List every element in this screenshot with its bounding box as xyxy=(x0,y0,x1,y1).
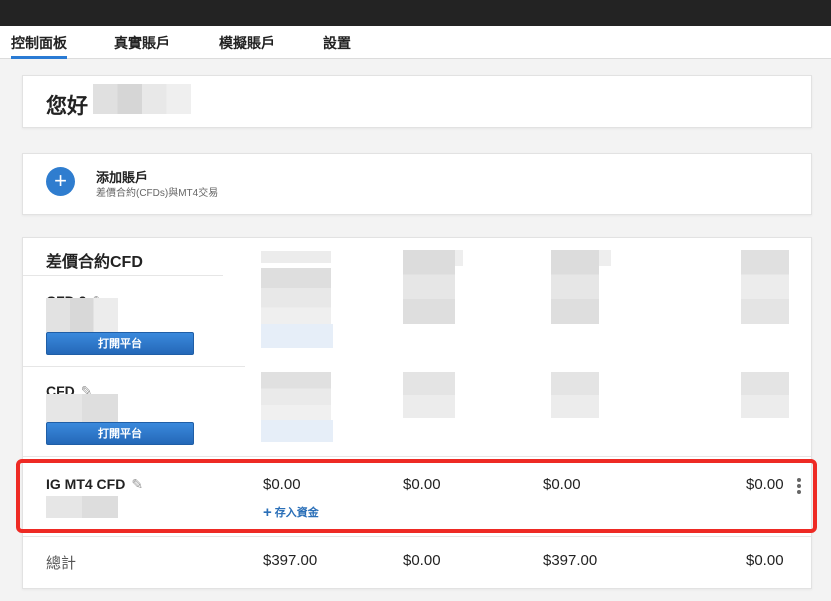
top-bar xyxy=(0,0,831,26)
limit-value: $0.00 xyxy=(746,476,784,493)
total-profit-loss: $0.00 xyxy=(403,552,441,569)
open-platform-button[interactable]: 打開平台 xyxy=(46,332,194,355)
redacted-value xyxy=(403,372,455,418)
open-platform-button[interactable]: 打開平台 xyxy=(46,422,194,445)
divider xyxy=(23,536,811,537)
redacted-link xyxy=(261,324,333,348)
redacted-column-header xyxy=(261,251,331,263)
total-equity: $397.00 xyxy=(543,552,598,569)
balance-value: $0.00 xyxy=(263,476,301,493)
redacted-value xyxy=(261,372,331,422)
total-limit: $0.00 xyxy=(746,552,784,569)
add-account-subtitle: 差價合約(CFDs)與MT4交易 xyxy=(96,188,219,199)
redacted-link xyxy=(261,420,333,442)
redacted-value xyxy=(403,250,455,324)
greeting-text: 您好 xyxy=(46,95,88,118)
add-account-card[interactable]: + 添加賬戶 差價合約(CFDs)與MT4交易 xyxy=(22,153,812,215)
tab-live-accounts[interactable]: 真實賬戶 xyxy=(114,33,170,59)
divider xyxy=(23,366,245,367)
total-label: 總計 xyxy=(46,555,77,572)
section-title: 差價合約CFD xyxy=(46,254,143,271)
tab-settings[interactable]: 設置 xyxy=(323,33,351,59)
main-nav: 控制面板 真實賬戶 模擬賬戶 設置 xyxy=(0,26,831,59)
redacted-value xyxy=(261,268,331,328)
more-options-icon[interactable] xyxy=(797,478,803,496)
redacted-value xyxy=(741,372,789,418)
tab-demo-accounts[interactable]: 模擬賬戶 xyxy=(219,33,275,59)
plus-icon[interactable]: + xyxy=(46,167,75,196)
deposit-funds-link[interactable]: + 存入資金 xyxy=(263,504,319,521)
divider xyxy=(23,456,811,457)
accounts-card: 差價合約CFD 限額 CFD 2✎ 打開平台 CFD✎ 打開平台 IG MT4 … xyxy=(22,237,812,589)
edit-pencil-icon[interactable]: ✎ xyxy=(131,476,143,493)
plus-icon: + xyxy=(263,504,272,521)
account-name: IG MT4 CFD ✎ xyxy=(46,476,144,493)
divider xyxy=(23,275,223,276)
redacted-account-id xyxy=(46,496,118,518)
redacted-value xyxy=(741,250,789,324)
profit-loss-value: $0.00 xyxy=(403,476,441,493)
redacted-account-id xyxy=(46,394,118,422)
redacted-value xyxy=(551,250,599,324)
redacted-value xyxy=(551,372,599,418)
total-balance: $397.00 xyxy=(263,552,318,569)
redacted-username xyxy=(93,84,191,114)
tab-dashboard[interactable]: 控制面板 xyxy=(11,33,67,59)
redacted-account-id xyxy=(46,298,118,332)
equity-value: $0.00 xyxy=(543,476,581,493)
greeting-card: 您好 xyxy=(22,75,812,128)
